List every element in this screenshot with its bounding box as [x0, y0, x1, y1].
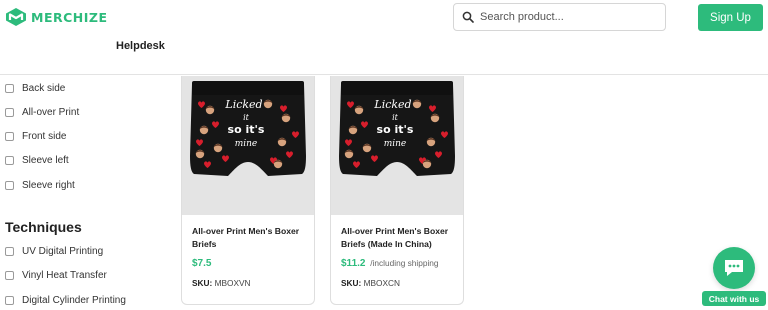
product-title[interactable]: All-over Print Men's Boxer Briefs (Made … [341, 225, 459, 251]
filter-sidebar: Back side All-over Print Front side Slee… [0, 76, 175, 310]
techniques-heading: Techniques [5, 219, 82, 235]
boxer-briefs-illustration: Licked it so it's mine [339, 81, 455, 176]
filter-label: Back side [22, 83, 66, 94]
site-header: MERCHIZE Search product... Sign Up Helpd… [0, 0, 768, 75]
search-placeholder: Search product... [480, 11, 564, 23]
filter-back-side[interactable]: Back side [5, 83, 65, 94]
chat-widget-button[interactable] [713, 247, 755, 289]
filter-digital-cylinder-printing[interactable]: Digital Cylinder Printing [5, 295, 126, 306]
print-text-line: Licked [373, 98, 411, 111]
sku-label: SKU: [192, 278, 213, 288]
print-text-line: Licked [224, 98, 262, 111]
filter-label: Sleeve left [22, 155, 69, 166]
checkbox[interactable] [5, 247, 14, 256]
merchize-logo-icon [6, 8, 26, 26]
filter-sleeve-left[interactable]: Sleeve left [5, 155, 69, 166]
print-text-line: mine [235, 139, 258, 149]
print-text-line: mine [384, 139, 407, 149]
checkbox[interactable] [5, 84, 14, 93]
product-card[interactable]: Licked it so it's mine All-over Print Me… [181, 76, 315, 305]
brand-logo[interactable]: MERCHIZE [5, 7, 108, 27]
product-price: $11.2 /including shipping [341, 258, 439, 269]
filter-label: UV Digital Printing [22, 246, 104, 257]
sku-value: MBOXCN [363, 278, 401, 288]
checkbox[interactable] [5, 132, 14, 141]
boxer-briefs-illustration: Licked it so it's mine [190, 81, 306, 176]
product-sku: SKU: MBOXCN [341, 278, 400, 288]
price-value: $11.2 [341, 258, 366, 269]
sku-value: MBOXVN [214, 278, 251, 288]
filter-front-side[interactable]: Front side [5, 131, 66, 142]
print-text-line: so it's [377, 123, 414, 136]
filter-label: Front side [22, 131, 67, 142]
checkbox[interactable] [5, 296, 14, 305]
checkbox[interactable] [5, 181, 14, 190]
filter-vinyl-heat-transfer[interactable]: Vinyl Heat Transfer [5, 270, 107, 281]
product-sku: SKU: MBOXVN [192, 278, 251, 288]
product-price: $7.5 [192, 258, 213, 269]
price-value: $7.5 [192, 258, 212, 269]
filter-label: Vinyl Heat Transfer [22, 270, 107, 281]
checkbox[interactable] [5, 156, 14, 165]
search-input[interactable]: Search product... [453, 3, 666, 31]
product-card[interactable]: Licked it so it's mine All-over Print Me… [330, 76, 464, 305]
sign-up-button[interactable]: Sign Up [698, 4, 763, 31]
product-title[interactable]: All-over Print Men's Boxer Briefs [192, 225, 310, 251]
brand-name: MERCHIZE [31, 9, 108, 25]
filter-sleeve-right[interactable]: Sleeve right [5, 180, 75, 191]
filter-label: All-over Print [22, 107, 80, 118]
filter-uv-digital-printing[interactable]: UV Digital Printing [5, 246, 103, 257]
print-text-line: so it's [228, 123, 265, 136]
checkbox[interactable] [5, 271, 14, 280]
price-note: /including shipping [370, 258, 439, 268]
filter-label: Digital Cylinder Printing [22, 295, 126, 306]
nav-helpdesk-link[interactable]: Helpdesk [116, 40, 165, 52]
chat-with-us-label[interactable]: Chat with us [702, 291, 766, 306]
filter-label: Sleeve right [22, 180, 75, 191]
product-image[interactable]: Licked it so it's mine [182, 76, 314, 215]
print-text-line: it [243, 113, 250, 122]
checkbox[interactable] [5, 108, 14, 117]
print-text-line: it [392, 113, 399, 122]
filter-all-over-print[interactable]: All-over Print [5, 107, 79, 118]
chat-bubble-icon [725, 260, 743, 276]
sku-label: SKU: [341, 278, 362, 288]
search-icon [462, 11, 474, 23]
product-image[interactable]: Licked it so it's mine [331, 76, 463, 215]
